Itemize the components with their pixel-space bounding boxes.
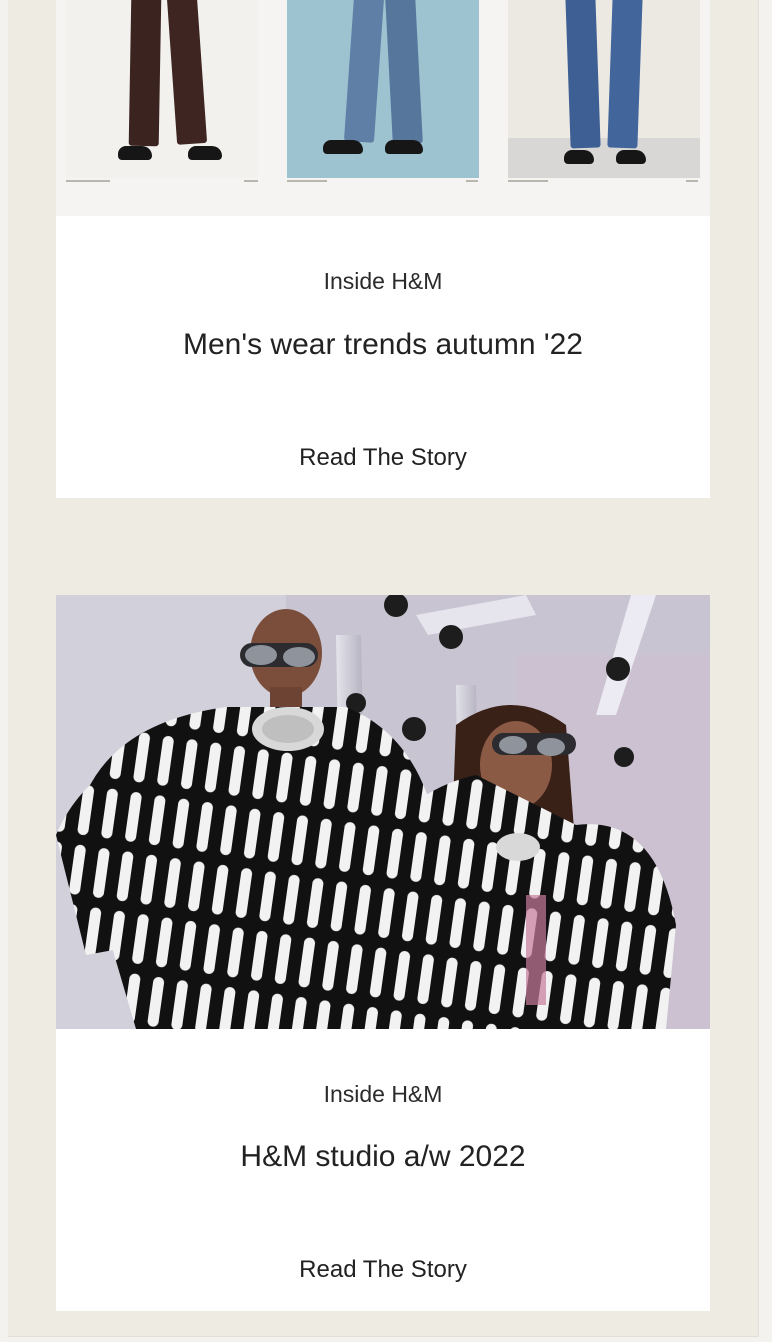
read-story-link[interactable]: Read The Story (56, 1256, 710, 1284)
story-title[interactable]: H&M studio a/w 2022 (56, 1140, 710, 1174)
story-card[interactable]: Inside H&M Men's wear trends autumn '22 … (56, 0, 710, 498)
story-card[interactable]: Inside H&M H&M studio a/w 2022 Read The … (56, 595, 710, 1311)
story-category: Inside H&M (323, 1081, 443, 1107)
lookbook-photo-brown-trousers (66, 0, 258, 178)
story-title[interactable]: Men's wear trends autumn '22 (56, 328, 710, 362)
story-category: Inside H&M (323, 268, 443, 294)
read-story-link[interactable]: Read The Story (56, 444, 710, 472)
story-image-studio[interactable] (56, 595, 710, 1029)
lookbook-photo-light-jeans (287, 0, 479, 178)
story-feed: Inside H&M Men's wear trends autumn '22 … (8, 0, 759, 1337)
story-image-lookbook[interactable] (56, 0, 710, 216)
lookbook-captions (56, 180, 710, 188)
studio-photo (56, 595, 710, 1029)
lookbook-photo-blue-denim (508, 0, 700, 178)
